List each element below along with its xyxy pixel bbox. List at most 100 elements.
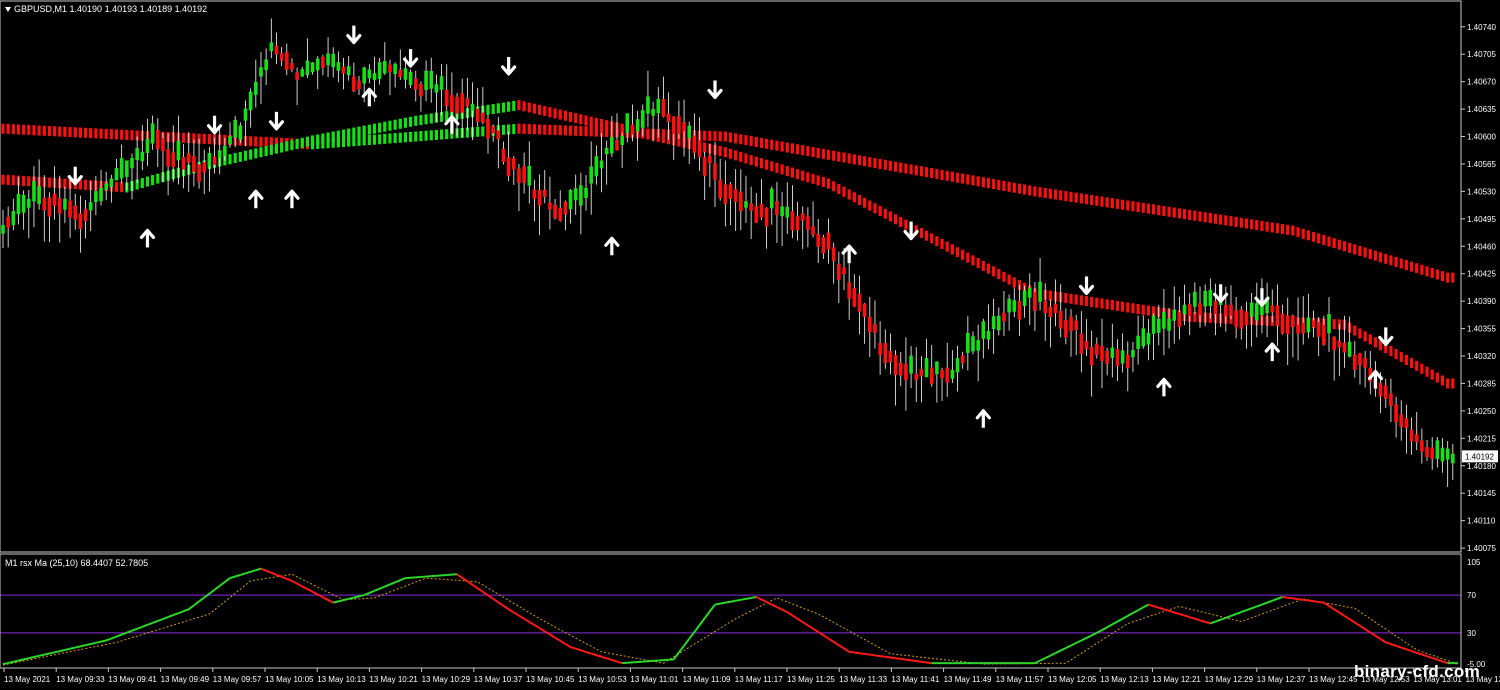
bull-candle[interactable] <box>99 187 103 202</box>
bear-candle[interactable] <box>181 156 186 170</box>
bull-candle[interactable] <box>1440 447 1445 462</box>
bear-candle[interactable] <box>1337 340 1342 348</box>
bull-candle[interactable] <box>1254 303 1259 321</box>
bear-candle[interactable] <box>321 56 325 68</box>
bear-candle[interactable] <box>1100 345 1104 362</box>
bear-candle[interactable] <box>940 370 944 379</box>
bear-candle[interactable] <box>558 207 563 221</box>
bear-candle[interactable] <box>1234 310 1238 328</box>
bear-candle[interactable] <box>883 343 888 364</box>
bull-candle[interactable] <box>1208 289 1213 306</box>
bear-candle[interactable] <box>42 197 47 211</box>
bear-candle[interactable] <box>506 157 511 177</box>
bull-candle[interactable] <box>37 186 41 204</box>
bull-candle[interactable] <box>1120 350 1125 364</box>
bull-candle[interactable] <box>966 332 970 353</box>
bear-candle[interactable] <box>1115 349 1120 366</box>
bear-candle[interactable] <box>1270 305 1275 313</box>
bear-candle[interactable] <box>548 202 552 210</box>
bull-candle[interactable] <box>94 191 98 203</box>
bull-candle[interactable] <box>63 198 67 210</box>
bull-candle[interactable] <box>1141 328 1146 347</box>
bear-candle[interactable] <box>161 138 165 152</box>
bear-candle[interactable] <box>831 247 836 261</box>
bear-candle[interactable] <box>754 206 759 223</box>
bear-candle[interactable] <box>192 156 196 173</box>
bear-candle[interactable] <box>398 69 403 78</box>
bull-candle[interactable] <box>393 63 397 74</box>
bull-candle[interactable] <box>976 340 980 351</box>
bull-candle[interactable] <box>223 145 227 157</box>
bull-candle[interactable] <box>610 136 614 154</box>
bear-candle[interactable] <box>83 208 88 222</box>
bear-candle[interactable] <box>1105 350 1109 364</box>
bear-candle[interactable] <box>857 294 862 312</box>
bear-candle[interactable] <box>1239 309 1244 329</box>
bear-candle[interactable] <box>1399 414 1404 427</box>
bear-candle[interactable] <box>274 45 279 55</box>
bull-candle[interactable] <box>950 369 955 379</box>
bear-candle[interactable] <box>73 205 78 220</box>
bear-candle[interactable] <box>542 189 547 197</box>
bear-candle[interactable] <box>1213 300 1218 315</box>
bear-candle[interactable] <box>47 197 52 217</box>
bear-candle[interactable] <box>537 190 542 206</box>
bull-candle[interactable] <box>88 202 93 211</box>
bear-candle[interactable] <box>522 166 526 183</box>
bear-candle[interactable] <box>357 80 361 90</box>
bull-candle[interactable] <box>527 165 532 186</box>
bull-candle[interactable] <box>955 358 960 373</box>
bear-candle[interactable] <box>702 157 707 176</box>
bear-candle[interactable] <box>1394 404 1398 423</box>
bull-candle[interactable] <box>1131 349 1135 358</box>
bear-candle[interactable] <box>1353 354 1357 370</box>
bull-candle[interactable] <box>367 69 372 79</box>
bear-candle[interactable] <box>1089 346 1094 366</box>
bear-candle[interactable] <box>166 149 170 167</box>
bear-candle[interactable] <box>1224 305 1228 317</box>
bear-candle[interactable] <box>759 203 764 218</box>
bear-candle[interactable] <box>847 282 851 299</box>
bear-candle[interactable] <box>455 96 459 114</box>
bear-candle[interactable] <box>1017 300 1022 320</box>
bull-candle[interactable] <box>1435 440 1440 459</box>
bull-candle[interactable] <box>336 62 341 71</box>
bull-candle[interactable] <box>11 211 16 226</box>
bull-candle[interactable] <box>769 188 774 209</box>
bull-candle[interactable] <box>1203 290 1207 307</box>
bear-candle[interactable] <box>511 158 516 170</box>
bear-candle[interactable] <box>1311 320 1316 328</box>
bear-candle[interactable] <box>929 367 934 385</box>
bull-candle[interactable] <box>310 62 315 73</box>
bear-candle[interactable] <box>352 76 356 92</box>
bull-candle[interactable] <box>104 183 108 190</box>
bear-candle[interactable] <box>733 188 738 202</box>
bull-candle[interactable] <box>434 84 439 93</box>
bull-candle[interactable] <box>1193 291 1197 307</box>
bear-candle[interactable] <box>718 179 722 199</box>
bull-candle[interactable] <box>991 316 996 329</box>
bull-candle[interactable] <box>1167 318 1171 331</box>
bull-candle[interactable] <box>971 336 975 352</box>
bull-candle[interactable] <box>640 110 645 128</box>
bear-candle[interactable] <box>666 113 671 122</box>
bear-candle[interactable] <box>806 216 810 230</box>
bull-candle[interactable] <box>1306 317 1311 333</box>
bull-candle[interactable] <box>625 113 630 133</box>
bull-candle[interactable] <box>1182 304 1187 315</box>
bull-candle[interactable] <box>217 150 222 159</box>
bull-candle[interactable] <box>996 315 1001 331</box>
bear-candle[interactable] <box>682 122 686 132</box>
bull-candle[interactable] <box>594 156 599 177</box>
bull-candle[interactable] <box>1 225 5 234</box>
bull-candle[interactable] <box>986 331 991 340</box>
bull-candle[interactable] <box>589 166 593 184</box>
bear-candle[interactable] <box>1187 304 1192 317</box>
bear-candle[interactable] <box>1322 324 1326 345</box>
bear-candle[interactable] <box>52 193 57 206</box>
bear-candle[interactable] <box>826 232 831 250</box>
bull-candle[interactable] <box>1007 298 1011 313</box>
bear-candle[interactable] <box>1125 354 1130 369</box>
bull-candle[interactable] <box>130 157 134 169</box>
bear-candle[interactable] <box>1079 333 1084 354</box>
